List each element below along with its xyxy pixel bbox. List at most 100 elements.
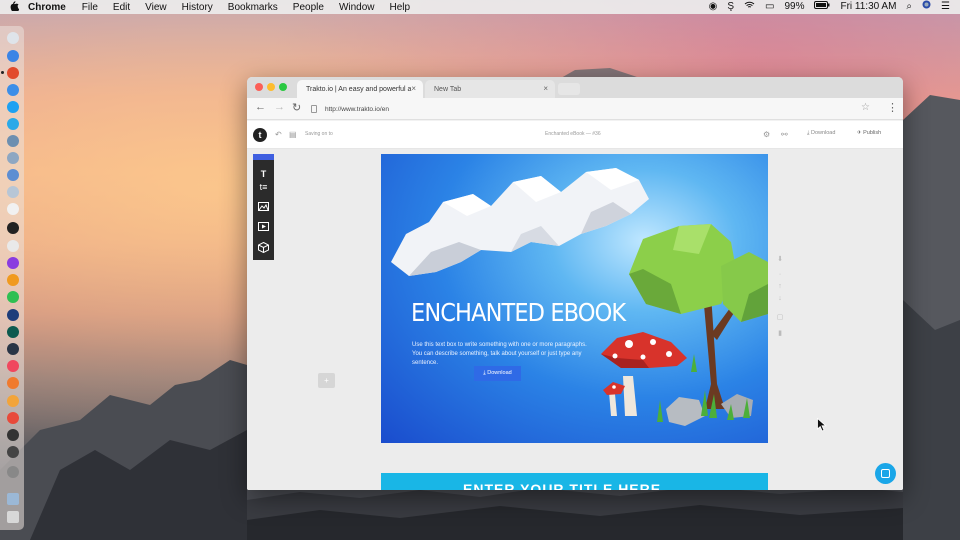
wifi-icon[interactable]: [744, 0, 755, 14]
app-dock-icon[interactable]: [7, 274, 19, 286]
text-list-tool-icon[interactable]: t≡: [253, 182, 274, 192]
audition-dock-icon[interactable]: [7, 326, 19, 338]
ebook-cover-page[interactable]: ENCHANTED EBOOK Use this text box to wri…: [381, 154, 768, 443]
minimize-window-button[interactable]: [267, 83, 275, 91]
skype-dock-icon[interactable]: [7, 118, 19, 130]
app-dock-icon[interactable]: [7, 169, 19, 181]
app-dock-icon[interactable]: [7, 395, 19, 407]
notification-center-icon[interactable]: ☰: [941, 0, 950, 14]
dot-icon[interactable]: ·: [776, 271, 784, 278]
forward-arrow-icon[interactable]: →: [274, 101, 285, 113]
duplicate-page-icon[interactable]: ▢: [776, 313, 784, 321]
app-dock-icon[interactable]: [7, 377, 19, 389]
media-dock-icon[interactable]: [7, 222, 19, 234]
3d-object-tool-icon[interactable]: [253, 241, 274, 255]
cloud-illustration: [391, 168, 649, 276]
preview-dock-icon[interactable]: [7, 186, 19, 198]
menu-edit[interactable]: Edit: [113, 2, 130, 13]
settings-icon[interactable]: ⚙: [763, 130, 770, 139]
lightroom-dock-icon[interactable]: [7, 343, 19, 355]
itunes-dock-icon[interactable]: [7, 360, 19, 372]
airplay-icon[interactable]: ▭: [765, 0, 774, 14]
twitter-dock-icon[interactable]: [7, 101, 19, 113]
app-dock-icon[interactable]: [7, 240, 19, 252]
photoshop-dock-icon[interactable]: [7, 309, 19, 321]
app-dock-icon[interactable]: [7, 429, 19, 441]
app-store-dock-icon[interactable]: [7, 50, 19, 62]
second-page[interactable]: ENTER YOUR TITLE HERE: [381, 473, 768, 490]
app-dock-icon[interactable]: [7, 412, 19, 424]
menu-help[interactable]: Help: [390, 2, 411, 13]
link-icon[interactable]: ⚯: [781, 130, 788, 139]
app-name-menu[interactable]: Chrome: [28, 2, 66, 13]
trakto-logo[interactable]: t: [253, 128, 267, 142]
second-page-title[interactable]: ENTER YOUR TITLE HERE: [463, 481, 661, 490]
running-indicator: [1, 71, 4, 74]
download-button[interactable]: ⤓ Download: [807, 130, 835, 137]
app-dock-icon[interactable]: [7, 446, 19, 458]
ebook-body-text[interactable]: Use this text box to write something wit…: [412, 341, 592, 368]
user-avatar-icon[interactable]: [922, 0, 931, 14]
delete-page-icon[interactable]: ▮: [776, 329, 784, 337]
back-arrow-icon[interactable]: ←: [255, 101, 266, 113]
battery-percent: 99%: [784, 1, 805, 12]
saving-status: Saving on to: [305, 131, 333, 137]
menu-file[interactable]: File: [82, 2, 98, 13]
reload-icon[interactable]: ↻: [292, 101, 301, 114]
zoom-window-button[interactable]: [279, 83, 287, 91]
chrome-dock-icon[interactable]: [7, 67, 19, 79]
rock-illustration: [666, 397, 705, 426]
save-icon[interactable]: ▤: [289, 130, 297, 139]
page-download-label: Download: [487, 370, 512, 376]
mail-dock-icon[interactable]: [7, 84, 19, 96]
menu-window[interactable]: Window: [339, 2, 375, 13]
menu-bookmarks[interactable]: Bookmarks: [228, 2, 278, 13]
menu-history[interactable]: History: [182, 2, 213, 13]
address-bar[interactable]: http://www.trakto.io/en: [311, 102, 871, 116]
finder-dock-icon[interactable]: [7, 32, 19, 44]
publish-button[interactable]: ✈ Publish: [857, 130, 881, 136]
image-tool-icon[interactable]: [253, 202, 274, 213]
undo-icon[interactable]: ↶: [275, 130, 282, 139]
app-dock-icon[interactable]: [7, 135, 19, 147]
chat-support-button[interactable]: [875, 463, 896, 484]
spotlight-icon[interactable]: ⌕: [906, 0, 912, 14]
apple-menu-icon[interactable]: [0, 0, 28, 14]
menu-view[interactable]: View: [145, 2, 167, 13]
messages-dock-icon[interactable]: [7, 291, 19, 303]
battery-icon[interactable]: [814, 0, 830, 14]
system-preferences-dock-icon[interactable]: [7, 466, 19, 478]
creative-cloud-icon[interactable]: ◉: [709, 0, 718, 14]
close-window-button[interactable]: [255, 83, 263, 91]
tab-trakto[interactable]: Trakto.io | An easy and powerful a ×: [297, 80, 423, 98]
browser-window: Trakto.io | An easy and powerful a × New…: [247, 77, 903, 490]
app-dock-icon[interactable]: [7, 257, 19, 269]
clock[interactable]: Fri 11:30 AM: [840, 0, 896, 14]
close-tab-icon[interactable]: ×: [543, 84, 548, 93]
calendar-dock-icon[interactable]: [7, 203, 19, 215]
page-icon: [311, 105, 317, 113]
tab-strip: Trakto.io | An easy and powerful a × New…: [247, 77, 903, 98]
document-title[interactable]: Enchanted eBook — #36: [545, 131, 601, 137]
ebook-title[interactable]: ENCHANTED EBOOK: [411, 298, 626, 327]
move-down-icon[interactable]: ↓: [776, 295, 784, 302]
video-tool-icon[interactable]: [253, 222, 274, 233]
downloads-dock-icon[interactable]: [7, 493, 19, 505]
add-page-button[interactable]: +: [318, 373, 335, 388]
tab-new-tab[interactable]: New Tab ×: [425, 80, 555, 98]
text-tool-icon[interactable]: T: [253, 169, 274, 179]
page-download-button[interactable]: ⤓ Download: [474, 366, 521, 381]
close-tab-icon[interactable]: ×: [411, 84, 416, 93]
trash-dock-icon[interactable]: [7, 511, 19, 523]
chat-icon: [881, 469, 890, 478]
app-dock-icon[interactable]: [7, 152, 19, 164]
skype-icon[interactable]: Ş: [727, 0, 734, 14]
move-up-icon[interactable]: ↑: [776, 283, 784, 290]
bookmark-star-icon[interactable]: ☆: [861, 102, 870, 113]
pin-icon[interactable]: ⬇: [776, 255, 784, 263]
editor-header: t ↶ ▤ Saving on to Enchanted eBook — #36…: [247, 121, 903, 149]
tree-illustration: [629, 224, 768, 409]
menu-people[interactable]: People: [293, 2, 324, 13]
more-menu-icon[interactable]: ⋮: [887, 101, 898, 114]
new-tab-button[interactable]: [558, 83, 580, 95]
